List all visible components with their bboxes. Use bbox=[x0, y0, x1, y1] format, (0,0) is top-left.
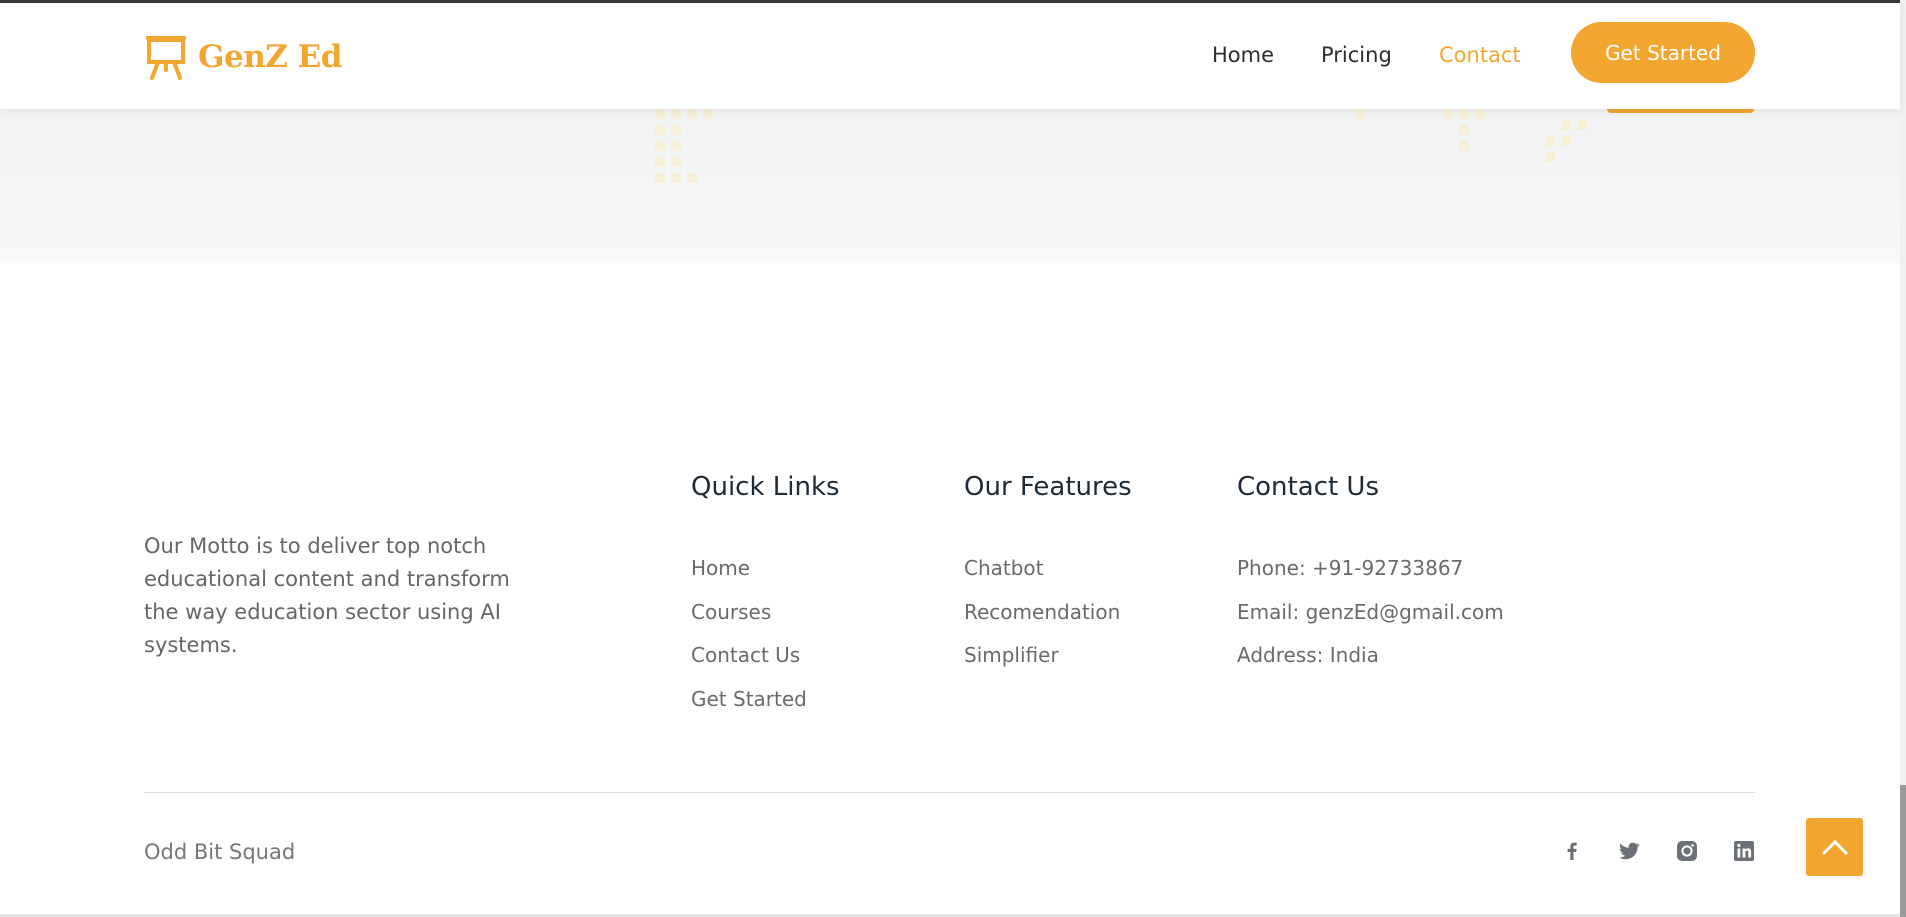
page-scrollbar[interactable] bbox=[1900, 0, 1906, 917]
chevron-up-icon bbox=[1821, 839, 1848, 856]
contact-address: Address: India bbox=[1237, 643, 1379, 667]
feature-simplifier[interactable]: Simplifier bbox=[964, 643, 1059, 667]
easel-board-icon bbox=[146, 36, 186, 80]
footer-link-home[interactable]: Home bbox=[691, 556, 750, 580]
contact-email: Email: genzEd@gmail.com bbox=[1237, 600, 1504, 624]
footer-motto: Our Motto is to deliver top notch educat… bbox=[144, 534, 510, 657]
footer-link-get-started[interactable]: Get Started bbox=[691, 687, 807, 711]
linkedin-icon[interactable] bbox=[1731, 838, 1757, 864]
feature-chatbot[interactable]: Chatbot bbox=[964, 556, 1044, 580]
facebook-icon[interactable] bbox=[1559, 838, 1585, 864]
scrollbar-thumb[interactable] bbox=[1900, 785, 1906, 917]
nav-contact[interactable]: Contact bbox=[1439, 43, 1521, 67]
contact-heading: Contact Us bbox=[1237, 472, 1379, 502]
footer-link-courses[interactable]: Courses bbox=[691, 600, 771, 624]
hero-section-bottom bbox=[0, 109, 1900, 263]
instagram-icon[interactable] bbox=[1674, 838, 1700, 864]
nav-home[interactable]: Home bbox=[1212, 43, 1274, 67]
get-started-button[interactable]: Get Started bbox=[1571, 22, 1755, 83]
brand-logo[interactable]: GenZ Ed bbox=[144, 34, 342, 80]
back-to-top-button[interactable] bbox=[1806, 818, 1863, 876]
brand-name: GenZ Ed bbox=[198, 39, 342, 75]
contact-phone: Phone: +91-92733867 bbox=[1237, 556, 1464, 580]
twitter-icon[interactable] bbox=[1616, 838, 1642, 864]
footer-divider bbox=[144, 792, 1755, 793]
feature-recomendation[interactable]: Recomendation bbox=[964, 600, 1120, 624]
footer-link-contact-us[interactable]: Contact Us bbox=[691, 643, 800, 667]
nav-pricing[interactable]: Pricing bbox=[1321, 43, 1392, 67]
footer-credit: Odd Bit Squad bbox=[144, 840, 296, 864]
quick-links-heading: Quick Links bbox=[691, 472, 840, 502]
features-heading: Our Features bbox=[964, 472, 1132, 502]
site-header: GenZ Ed Home Pricing Contact Get Started bbox=[0, 3, 1900, 109]
